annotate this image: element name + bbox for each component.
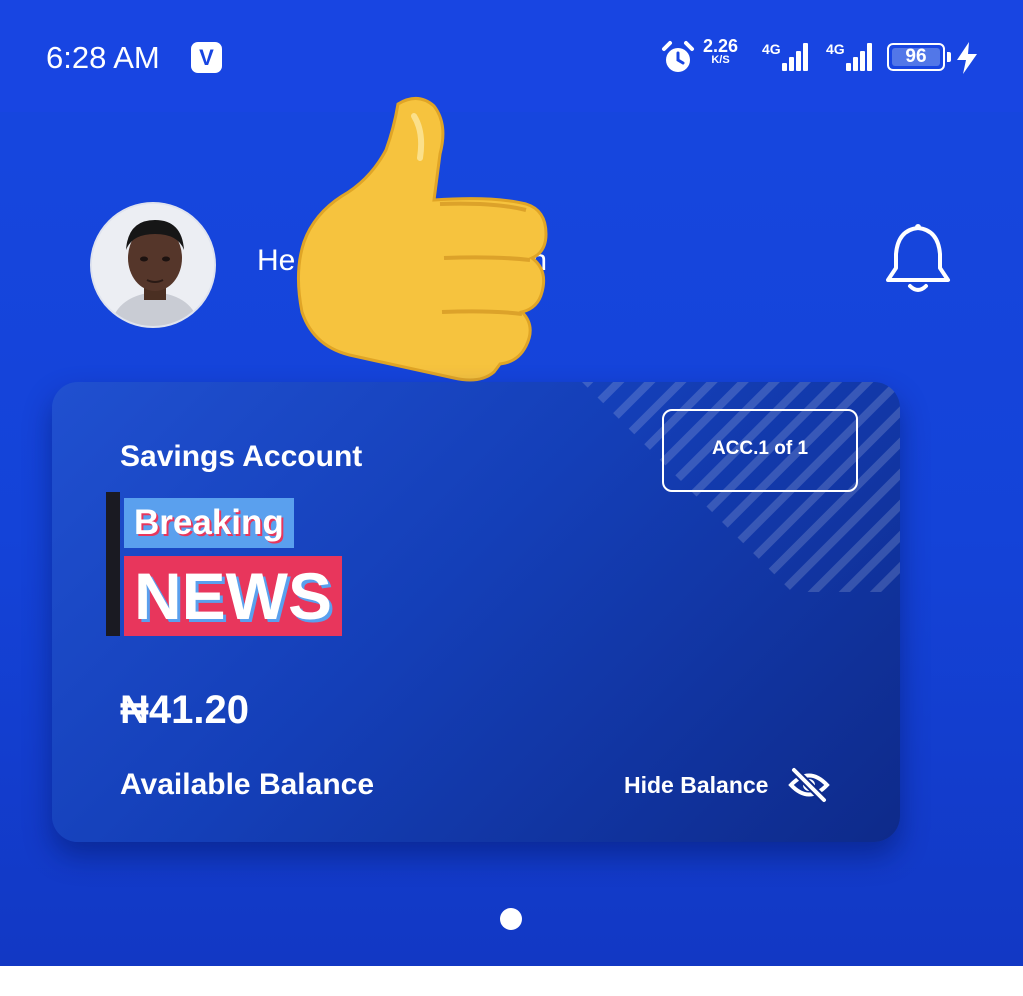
news-overlay-bar [106, 492, 120, 636]
app-screen: 6:28 AM V 2.26 K/S 4G 4G 96 He n Savings… [0, 0, 1023, 966]
network-speed-value: 2.26 [703, 36, 739, 56]
sim2-network-type: 4G [826, 41, 845, 57]
alarm-icon [662, 41, 694, 72]
news-overlay-text: NEWS [124, 556, 342, 636]
pager-dot-active[interactable] [500, 908, 522, 930]
network-speed: 2.26 K/S [703, 37, 738, 66]
battery-icon: 96 [887, 43, 951, 71]
balance-amount: ₦41.20 [120, 688, 249, 732]
balance-label: Available Balance [120, 768, 375, 801]
breaking-overlay-text: Breaking [124, 498, 294, 548]
hide-balance-button[interactable]: Hide Balance [624, 772, 768, 799]
signal-icon [782, 41, 810, 71]
avatar[interactable] [90, 202, 216, 328]
account-switcher-button[interactable]: ACC.1 of 1 [662, 409, 858, 492]
bell-icon[interactable] [882, 222, 954, 296]
signal-icon [846, 41, 874, 71]
thumbs-up-icon [296, 97, 548, 382]
account-card[interactable]: Savings Account ACC.1 of 1 Breaking NEWS… [52, 382, 900, 842]
profile-photo [92, 204, 214, 326]
charging-bolt-icon [957, 42, 977, 74]
battery-percent: 96 [905, 46, 927, 67]
eye-off-icon[interactable] [788, 766, 830, 804]
app-notification-icon: V [191, 42, 222, 73]
status-time: 6:28 AM [46, 40, 160, 75]
sim1-network-type: 4G [762, 41, 781, 57]
network-speed-unit: K/S [711, 54, 730, 66]
account-type: Savings Account [120, 440, 363, 473]
